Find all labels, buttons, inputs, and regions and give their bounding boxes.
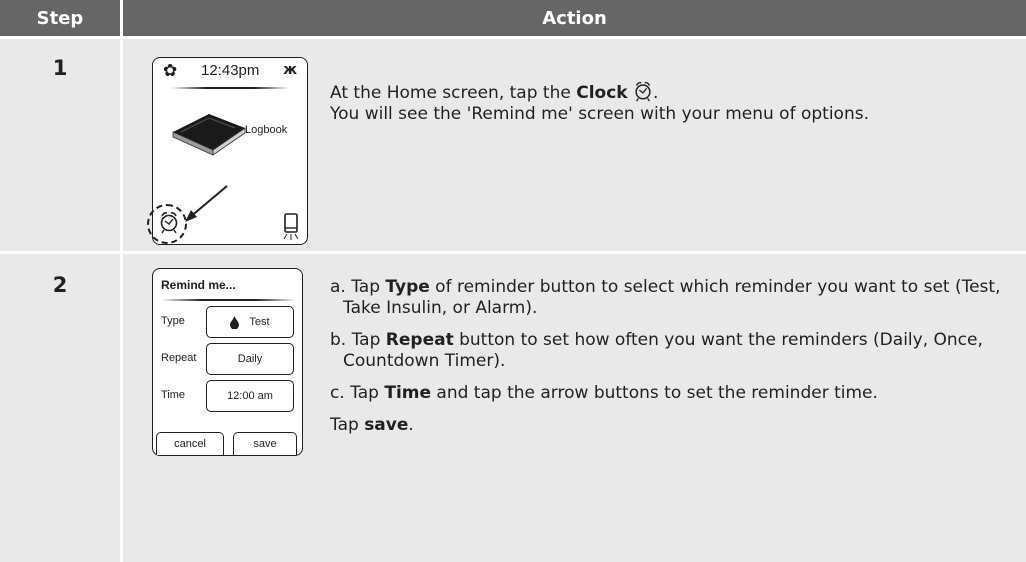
instruction-b: b. Tap Repeat button to set how often yo… — [330, 330, 983, 371]
row1-line-1: At the Home screen, tap the Clock . — [330, 80, 1010, 104]
time-button[interactable]: 12:00 am — [206, 380, 294, 412]
repeat-label: Repeat — [161, 352, 197, 364]
remind-me-screen-illustration: Remind me... Type Test Repeat Daily Time… — [152, 268, 303, 456]
screen-divider — [171, 87, 289, 89]
screen-time: 12:43pm — [201, 62, 260, 79]
repeat-button[interactable]: Daily — [206, 343, 294, 375]
instruction-save: Tap save. — [330, 415, 414, 435]
time-label: Time — [161, 389, 186, 401]
type-button[interactable]: Test — [206, 306, 294, 338]
step-number-1: 1 — [52, 56, 68, 80]
instruction-a: a. Tap Type of reminder button to select… — [330, 277, 1001, 318]
row2-step-cell — [0, 254, 120, 562]
meter-icon — [283, 213, 299, 240]
row2-action-text: a. Tap Type of reminder button to select… — [330, 277, 1010, 447]
clock-icon[interactable] — [159, 210, 179, 234]
row1-line-2: You will see the 'Remind me' screen with… — [330, 104, 869, 124]
home-screen-illustration: ✿ 12:43pm ж Logbook — [147, 57, 308, 245]
remind-title: Remind me... — [161, 278, 236, 292]
logbook-label: Logbook — [245, 124, 288, 136]
pointer-arrow — [185, 185, 228, 222]
cancel-button[interactable]: cancel — [156, 432, 224, 455]
step-number-2: 2 — [52, 273, 68, 297]
header-action: Action — [123, 0, 1026, 36]
logbook-icon — [172, 114, 246, 156]
clock-icon-inline — [635, 81, 651, 102]
save-button[interactable]: save — [233, 432, 297, 455]
gear-icon: ✿ — [163, 61, 178, 81]
screen-divider — [161, 299, 296, 301]
type-label: Type — [161, 315, 185, 327]
header-step: Step — [0, 0, 120, 36]
butterfly-icon: ж — [283, 62, 297, 78]
row1-action-text: At the Home screen, tap the Clock . You … — [330, 80, 1010, 125]
drop-icon — [230, 315, 240, 329]
instruction-c: c. Tap Time and tap the arrow buttons to… — [330, 383, 878, 403]
